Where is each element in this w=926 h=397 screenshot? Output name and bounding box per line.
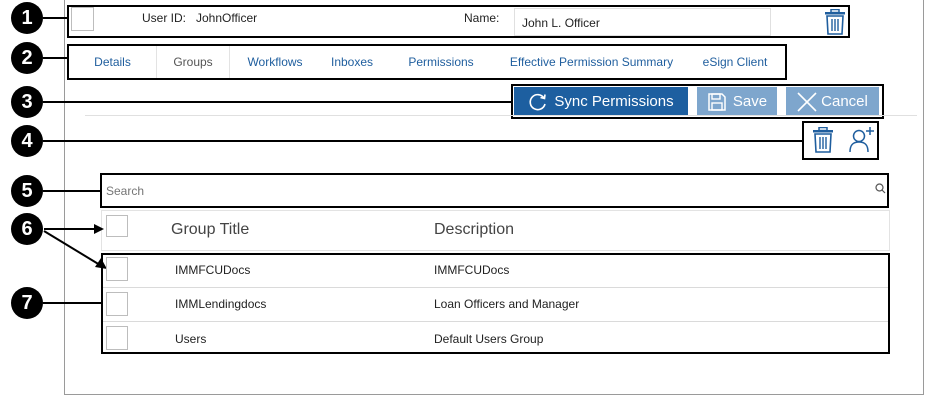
close-icon (797, 91, 817, 112)
cancel-button[interactable]: Cancel (786, 87, 879, 116)
tab-effective-permission-summary[interactable]: Effective Permission Summary (498, 46, 685, 78)
group-description-cell: Default Users Group (434, 332, 544, 346)
add-group-button[interactable] (848, 126, 876, 154)
name-value: John L. Officer (522, 16, 600, 30)
callout-1: 1 (11, 2, 43, 34)
delete-user-button[interactable] (824, 9, 846, 35)
group-description-cell: Loan Officers and Manager (434, 297, 580, 311)
group-description-cell: IMMFCUDocs (434, 263, 510, 277)
row-checkbox[interactable] (106, 326, 128, 350)
sync-icon (529, 93, 547, 110)
row-checkbox[interactable] (106, 257, 128, 281)
callout-2: 2 (11, 42, 43, 74)
table-row[interactable]: IMMFCUDocs IMMFCUDocs (103, 255, 888, 288)
callout-6: 6 (11, 213, 43, 245)
group-title-cell: IMMFCUDocs (175, 263, 251, 277)
add-user-icon (849, 127, 874, 153)
save-button[interactable]: Save (697, 87, 777, 116)
user-select-checkbox[interactable] (71, 7, 94, 31)
tab-permissions[interactable]: Permissions (384, 46, 498, 78)
tab-groups[interactable]: Groups (156, 46, 230, 78)
column-header-description: Description (434, 221, 515, 238)
save-label: Save (732, 93, 768, 110)
group-title-cell: Users (175, 332, 207, 346)
tab-inboxes[interactable]: Inboxes (320, 46, 384, 78)
trash-icon (813, 127, 833, 153)
table-row[interactable]: Users Default Users Group (103, 322, 888, 352)
name-label: Name: (464, 11, 500, 25)
table-row[interactable]: IMMLendingdocs Loan Officers and Manager (103, 288, 888, 321)
cancel-label: Cancel (821, 93, 868, 110)
tab-bar: Details Groups Workflows Inboxes Permiss… (69, 46, 785, 78)
user-id-label: User ID: (142, 11, 187, 25)
group-title-cell: IMMLendingdocs (175, 297, 267, 311)
tab-workflows[interactable]: Workflows (230, 46, 320, 78)
row-checkbox[interactable] (106, 292, 128, 316)
callout-1-line (43, 17, 67, 19)
search-icon (875, 183, 886, 194)
name-field[interactable]: John L. Officer (514, 8, 771, 36)
column-header-group-title: Group Title (171, 221, 250, 238)
save-icon (708, 92, 726, 111)
section-divider (85, 115, 917, 116)
callout-4: 4 (11, 125, 43, 157)
user-id-value: JohnOfficer (196, 11, 258, 25)
tab-details[interactable]: Details (69, 46, 156, 78)
group-table-body: IMMFCUDocs IMMFCUDocs IMMLendingdocs Loa… (103, 255, 888, 352)
sync-permissions-button[interactable]: Sync Permissions (514, 87, 688, 116)
callout-5-line (43, 190, 101, 192)
search-button[interactable] (875, 183, 886, 194)
search-input[interactable] (103, 176, 863, 205)
callout-3: 3 (11, 86, 43, 118)
callout-3-line (43, 101, 512, 103)
callout-7: 7 (11, 287, 43, 319)
callout-4-line (43, 140, 803, 142)
callout-5: 5 (11, 175, 43, 207)
tab-esign-client[interactable]: eSign Client (685, 46, 785, 78)
trash-icon (825, 9, 845, 35)
callout-7-line (43, 302, 101, 304)
sync-permissions-label: Sync Permissions (554, 93, 674, 110)
remove-group-button[interactable] (812, 127, 834, 153)
callout-2-line (43, 57, 67, 59)
